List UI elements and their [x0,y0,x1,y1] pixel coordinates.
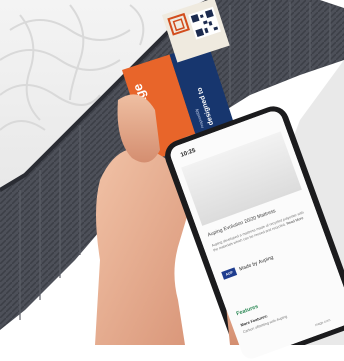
site-footer: niage.com [314,317,331,328]
features-title: Features [235,303,260,318]
status-time: 10:25 [180,147,197,159]
product-image [181,131,302,226]
brand-badge: AUP [221,267,238,280]
made-by-label[interactable]: Made by Auping [238,254,275,274]
